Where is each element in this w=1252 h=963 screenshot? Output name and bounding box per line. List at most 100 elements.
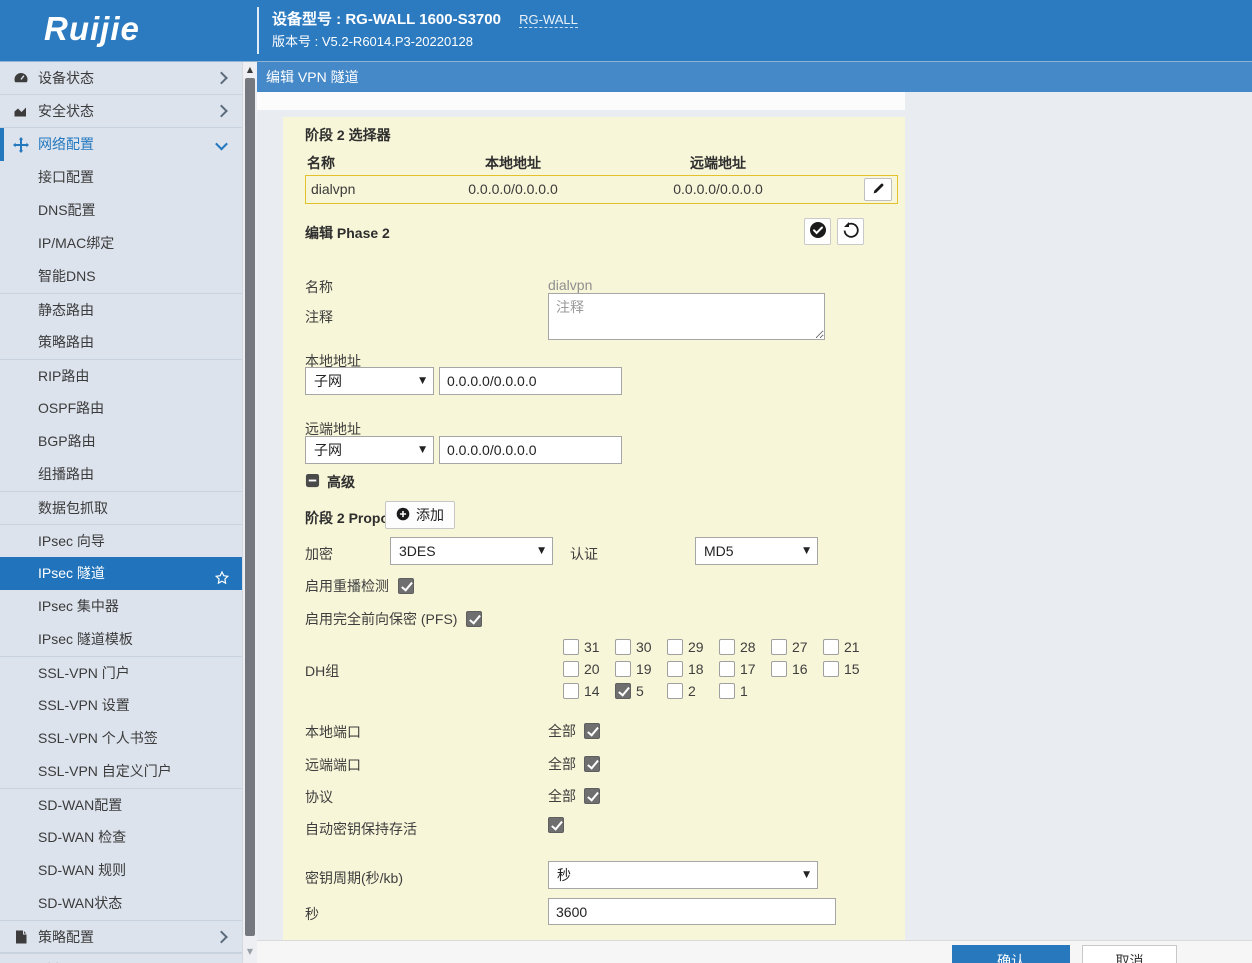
dh-option-checkbox[interactable] [771, 639, 787, 655]
dh-group-option[interactable]: 2 [667, 683, 719, 699]
dh-option-checkbox[interactable] [615, 639, 631, 655]
scroll-thumb[interactable] [245, 78, 255, 936]
remote-address-type-select[interactable]: 子网 ▼ [305, 436, 434, 464]
sidebar-item[interactable]: IPsec 向导 [0, 524, 242, 557]
replay-detection-checkbox[interactable] [398, 578, 414, 594]
sidebar-item-label: BGP路由 [38, 433, 96, 449]
sidebar-item[interactable]: 策略路由 [0, 326, 242, 359]
sidebar-item[interactable]: SD-WAN配置 [0, 788, 242, 821]
selector-table-row[interactable]: dialvpn 0.0.0.0/0.0.0.0 0.0.0.0/0.0.0.0 [305, 175, 898, 204]
dh-option-checkbox[interactable] [563, 661, 579, 677]
local-address-input[interactable] [439, 367, 622, 395]
dh-group-option[interactable]: 1 [719, 683, 771, 699]
edit-row-button[interactable] [864, 178, 892, 201]
confirm-button[interactable]: 确认 [952, 945, 1070, 963]
dh-option-checkbox[interactable] [771, 661, 787, 677]
local-address-type-select[interactable]: 子网 ▼ [305, 367, 434, 395]
protocol-checkbox[interactable] [584, 788, 600, 804]
dh-option-checkbox[interactable] [719, 639, 735, 655]
dh-group-option[interactable]: 27 [771, 639, 823, 655]
sidebar-item[interactable]: SD-WAN 规则 [0, 854, 242, 887]
sidebar-item[interactable]: 组播路由 [0, 458, 242, 491]
advanced-toggle[interactable]: 高级 [305, 472, 355, 492]
dh-option-checkbox[interactable] [719, 661, 735, 677]
sidebar-scrollbar[interactable]: ▲ ▼ [242, 62, 257, 963]
scroll-down-icon[interactable]: ▼ [243, 947, 257, 956]
dh-group-option[interactable]: 30 [615, 639, 667, 655]
sidebar-item[interactable]: 安全状态 [0, 95, 242, 128]
dh-group-option[interactable]: 16 [771, 661, 823, 677]
dh-group-option[interactable]: 29 [667, 639, 719, 655]
revert-button[interactable] [837, 218, 864, 245]
dh-group-option[interactable]: 5 [615, 683, 667, 699]
dh-option-checkbox[interactable] [823, 639, 839, 655]
keylife-select[interactable]: 秒 ▼ [548, 861, 818, 889]
sidebar-item[interactable]: 智能DNS [0, 260, 242, 293]
sidebar-item[interactable]: SSL-VPN 门户 [0, 656, 242, 689]
dh-option-checkbox[interactable] [823, 661, 839, 677]
dh-option-checkbox[interactable] [563, 683, 579, 699]
sidebar-item[interactable]: DNS配置 [0, 194, 242, 227]
dh-group-option[interactable]: 20 [563, 661, 615, 677]
encryption-select[interactable]: 3DES ▼ [390, 537, 553, 565]
dh-group-option[interactable]: 15 [823, 661, 875, 677]
sidebar-item[interactable]: SSL-VPN 个人书签 [0, 722, 242, 755]
dh-option-label: 2 [688, 683, 696, 699]
dh-option-checkbox[interactable] [615, 661, 631, 677]
sidebar-item[interactable]: SD-WAN 检查 [0, 821, 242, 854]
sidebar-item-label: 网络配置 [38, 136, 94, 152]
dh-option-checkbox[interactable] [667, 683, 683, 699]
remote-port-checkbox[interactable] [584, 756, 600, 772]
keepalive-cell [548, 817, 564, 833]
sidebar-item[interactable]: 网络配置 [0, 128, 242, 161]
selector-row-name: dialvpn [311, 181, 355, 197]
sidebar-item[interactable]: 对象配置 [0, 953, 242, 963]
apply-button[interactable] [804, 218, 831, 245]
dh-option-label: 28 [740, 639, 756, 655]
dh-group-option[interactable]: 14 [563, 683, 615, 699]
sidebar-item[interactable]: 静态路由 [0, 293, 242, 326]
sidebar-item[interactable]: IPsec 集中器 [0, 590, 242, 623]
encryption-label: 加密 [305, 544, 333, 564]
dh-group-option[interactable]: 19 [615, 661, 667, 677]
comment-textarea[interactable] [548, 293, 825, 340]
sidebar-item[interactable]: IPsec 隧道 [0, 557, 242, 590]
device-name-link[interactable]: RG-WALL [519, 12, 578, 28]
sidebar-item[interactable]: 策略配置 [0, 920, 242, 953]
sidebar-item[interactable]: RIP路由 [0, 359, 242, 392]
pfs-checkbox[interactable] [466, 611, 482, 627]
dh-group-option[interactable]: 21 [823, 639, 875, 655]
sidebar-item-label: SD-WAN 检查 [38, 829, 126, 845]
remote-address-input[interactable] [439, 436, 622, 464]
sidebar-item[interactable]: BGP路由 [0, 425, 242, 458]
authentication-select[interactable]: MD5 ▼ [695, 537, 818, 565]
sidebar-item[interactable]: 设备状态 [0, 62, 242, 95]
keepalive-checkbox[interactable] [548, 817, 564, 833]
add-proposal-button[interactable]: 添加 [385, 501, 455, 529]
dh-option-checkbox[interactable] [563, 639, 579, 655]
cancel-button[interactable]: 取消 [1082, 945, 1177, 963]
dh-option-checkbox[interactable] [615, 683, 631, 699]
sidebar-item[interactable]: IP/MAC绑定 [0, 227, 242, 260]
sidebar-item[interactable]: SSL-VPN 自定义门户 [0, 755, 242, 788]
check-circle-icon [809, 221, 827, 242]
authentication-value: MD5 [704, 543, 734, 559]
seconds-input[interactable] [548, 898, 836, 925]
sidebar-item[interactable]: 接口配置 [0, 161, 242, 194]
dh-option-checkbox[interactable] [667, 639, 683, 655]
scroll-up-icon[interactable]: ▲ [243, 65, 257, 74]
sidebar-item[interactable]: SSL-VPN 设置 [0, 689, 242, 722]
dh-group-option[interactable]: 17 [719, 661, 771, 677]
dh-option-checkbox[interactable] [667, 661, 683, 677]
dh-group-option[interactable]: 31 [563, 639, 615, 655]
dh-group-option[interactable]: 28 [719, 639, 771, 655]
star-icon[interactable] [214, 565, 230, 581]
dh-group-option[interactable]: 18 [667, 661, 719, 677]
sidebar-item[interactable]: IPsec 隧道模板 [0, 623, 242, 656]
protocol-all: 全部 [548, 786, 600, 806]
dh-option-checkbox[interactable] [719, 683, 735, 699]
sidebar-item[interactable]: SD-WAN状态 [0, 887, 242, 920]
sidebar-item[interactable]: OSPF路由 [0, 392, 242, 425]
local-port-checkbox[interactable] [584, 723, 600, 739]
sidebar-item[interactable]: 数据包抓取 [0, 491, 242, 524]
